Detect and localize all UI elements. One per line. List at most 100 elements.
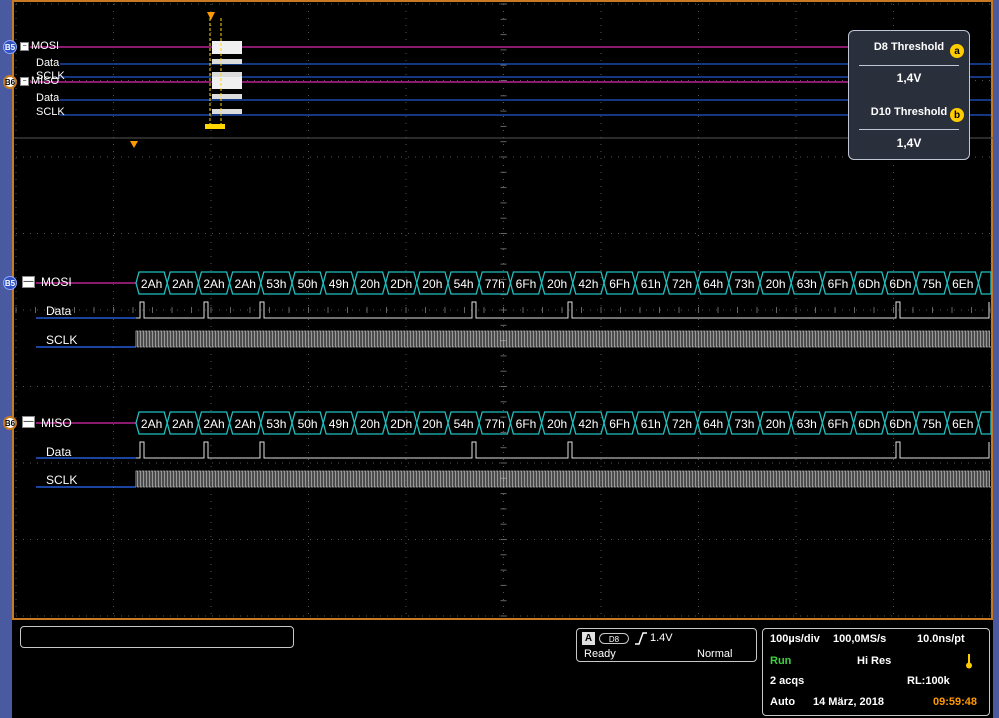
graticule-dot [795, 298, 797, 299]
graticule-dot [698, 403, 699, 404]
graticule-dot [338, 615, 339, 617]
graticule-dot [275, 386, 276, 387]
bus-badge-b5[interactable]: B5 [3, 40, 17, 54]
graticule-dot [919, 233, 920, 234]
graticule-dot [975, 309, 976, 311]
graticule-dot [990, 207, 992, 208]
acquisition-readout[interactable]: 100µs/div 100,0MS/s 10.0ns/pt Run Hi Res… [762, 628, 990, 716]
graticule-dot [513, 3, 514, 5]
graticule-dot [600, 39, 602, 40]
graticule-dot [795, 186, 797, 187]
miso-packet-label: 64h [703, 417, 723, 431]
overview-zoom-block [212, 72, 242, 77]
graticule-dot [198, 309, 199, 311]
graticule-dot [405, 578, 407, 579]
graticule-dot [471, 156, 472, 158]
message-box[interactable] [20, 626, 294, 648]
graticule-dot [303, 539, 304, 540]
graticule-dot [698, 39, 699, 40]
graticule-dot [698, 200, 699, 201]
graticule-dot [331, 3, 332, 5]
graticule-dot [737, 386, 738, 387]
graticule-dot [795, 326, 797, 327]
graticule-dot [457, 80, 458, 81]
graticule-dot [600, 585, 602, 586]
graticule-dot [982, 539, 983, 540]
graticule-dot [695, 539, 696, 540]
graticule-dot [37, 615, 38, 617]
graticule-dot [503, 291, 504, 292]
graticule-dot [600, 130, 602, 131]
graticule-dot [835, 386, 836, 387]
graticule-dot [205, 156, 206, 158]
graticule-dot [698, 228, 699, 229]
graticule-dot [308, 172, 309, 173]
bus-badge-b6[interactable]: B6 [3, 416, 17, 430]
collapse-icon[interactable]: − [20, 77, 29, 86]
graticule-dot [807, 539, 808, 540]
graticule-dot [639, 3, 640, 5]
graticule-dot [380, 462, 381, 464]
graticule-dot [405, 368, 407, 369]
graticule-dot [698, 221, 699, 222]
graticule-dot [954, 233, 955, 234]
graticule-dot [795, 529, 797, 530]
graticule-dot [429, 386, 430, 387]
graticule-dot [772, 309, 773, 311]
d10-threshold-value[interactable]: 1,4V [849, 136, 969, 150]
graticule-dot [156, 539, 157, 540]
graticule-dot [308, 431, 309, 432]
d10-threshold-badge-icon[interactable]: b [950, 108, 964, 122]
graticule-dot [597, 386, 598, 387]
graticule-dot [961, 386, 962, 387]
graticule-dot [618, 80, 619, 81]
graticule-dot [308, 242, 309, 243]
graticule-dot [698, 165, 699, 166]
graticule-dot [210, 270, 212, 271]
graticule-dot [163, 80, 164, 81]
graticule-dot [990, 529, 992, 530]
threshold-panel[interactable]: D8 Threshold a 1,4V D10 Threshold b 1,4V [848, 30, 970, 160]
trigger-readout[interactable]: A D8 1.4V Ready Normal [576, 628, 757, 662]
graticule-dot [485, 233, 486, 234]
graticule-dot [555, 3, 556, 5]
graticule-dot [600, 277, 602, 278]
graticule-dot [212, 3, 213, 5]
graticule-dot [478, 156, 479, 158]
graticule-dot [308, 452, 309, 453]
graticule-dot [443, 80, 444, 81]
graticule-dot [653, 462, 654, 464]
graticule-dot [308, 592, 309, 593]
graticule-dot [828, 80, 829, 81]
graticule-dot [282, 386, 283, 387]
graticule-dot [142, 539, 143, 540]
graticule-dot [744, 386, 745, 387]
graticule-dot [113, 123, 114, 124]
graticule-dot [698, 4, 699, 5]
graticule-dot [600, 368, 602, 369]
graticule-dot [177, 309, 178, 311]
graticule-dot [905, 233, 906, 234]
graticule-dot [114, 539, 115, 540]
graticule-dot [800, 80, 801, 81]
graticule-dot [405, 4, 407, 5]
graticule-dot [926, 615, 927, 617]
graticule-dot [758, 386, 759, 387]
graticule-dot [113, 431, 114, 432]
graticule-dot [114, 386, 115, 387]
collapse-icon[interactable]: − [20, 42, 29, 51]
graticule-dot [744, 80, 745, 81]
graticule-dot [698, 389, 699, 390]
graticule-dot [947, 309, 948, 311]
d8-threshold-badge-icon[interactable]: a [950, 44, 964, 58]
collapse-icon[interactable]: — [22, 276, 35, 288]
graticule-dot [387, 462, 388, 464]
bus-badge-b5[interactable]: B5 [3, 276, 17, 290]
bus-badge-b6[interactable]: B6 [3, 75, 17, 89]
graticule-dot [632, 3, 633, 5]
overview-zoom-block [212, 41, 242, 54]
collapse-icon[interactable]: — [22, 416, 35, 428]
graticule-dot [44, 386, 45, 387]
graticule-dot [310, 386, 311, 387]
d8-threshold-value[interactable]: 1,4V [849, 71, 969, 85]
